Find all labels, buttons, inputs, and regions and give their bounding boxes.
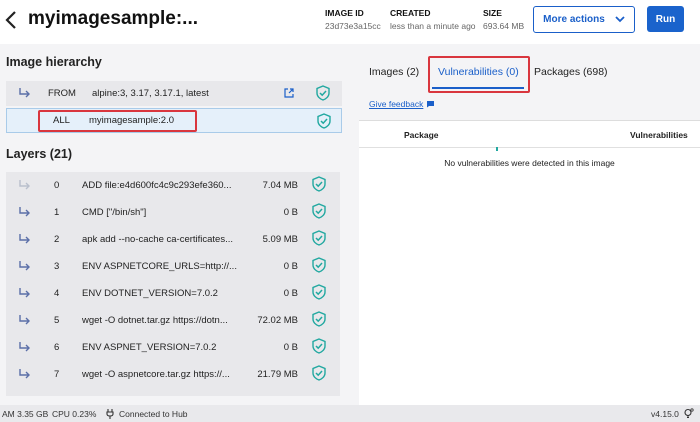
loading-indicator xyxy=(496,147,498,151)
subdirectory-arrow-icon xyxy=(19,234,30,244)
shield-check-icon xyxy=(317,113,331,129)
subdirectory-arrow-icon xyxy=(19,369,30,379)
vulnerabilities-table-header: Package Vulnerabilities xyxy=(359,121,700,151)
size-value: 693.64 MB xyxy=(483,21,525,31)
subdirectory-arrow-icon xyxy=(19,288,30,298)
subdirectory-arrow-icon xyxy=(19,207,30,217)
layer-row[interactable]: 2 apk add --no-cache ca-certificates... … xyxy=(6,226,340,253)
hierarchy-name: alpine:3, 3.17, 3.17.1, latest xyxy=(92,88,209,99)
shield-check-icon xyxy=(312,311,326,327)
shield-check-icon xyxy=(316,85,330,101)
layer-size: 0 B xyxy=(283,207,298,218)
layer-row[interactable]: 7 wget -O aspnetcore.tar.gz https://... … xyxy=(6,361,340,388)
subdirectory-arrow-icon xyxy=(19,180,30,190)
layer-command: wget -O aspnetcore.tar.gz https://... xyxy=(82,369,230,380)
status-bar: AM 3.35 GB CPU 0.23% Connected to Hub v4… xyxy=(0,405,700,422)
layer-command: ENV ASPNET_VERSION=7.0.2 xyxy=(82,342,217,353)
shield-check-icon xyxy=(312,176,326,192)
shield-check-icon xyxy=(312,284,326,300)
cpu-usage: CPU 0.23% xyxy=(52,409,97,419)
app-version: v4.15.0 xyxy=(651,409,679,419)
page-title: myimagesample:... xyxy=(28,8,199,29)
more-actions-button[interactable]: More actions xyxy=(533,6,635,33)
size-label: SIZE xyxy=(483,8,502,18)
layer-command: CMD ["/bin/sh"] xyxy=(82,207,147,218)
layer-command: ENV ASPNETCORE_URLS=http://... xyxy=(82,261,237,272)
column-header-package[interactable]: Package xyxy=(404,130,439,140)
shield-check-icon xyxy=(312,338,326,354)
empty-state-message: No vulnerabilities were detected in this… xyxy=(444,158,615,168)
layer-command: ENV DOTNET_VERSION=7.0.2 xyxy=(82,288,218,299)
chevron-down-icon xyxy=(615,16,625,23)
layer-index: 1 xyxy=(54,207,60,218)
vulnerabilities-panel: Package Vulnerabilities No vulnerabiliti… xyxy=(359,120,700,405)
layer-index: 4 xyxy=(54,288,60,299)
column-header-vulnerabilities[interactable]: Vulnerabilities xyxy=(630,130,688,140)
layer-row[interactable]: 6 ENV ASPNET_VERSION=7.0.2 0 B xyxy=(6,334,340,361)
give-feedback-label: Give feedback xyxy=(369,99,424,109)
highlight-box-tab xyxy=(428,56,530,93)
image-id-label: IMAGE ID xyxy=(325,8,364,18)
run-button[interactable]: Run xyxy=(647,6,684,32)
more-actions-label: More actions xyxy=(543,14,605,25)
layer-row[interactable]: 3 ENV ASPNETCORE_URLS=http://... 0 B xyxy=(6,253,340,280)
hierarchy-keyword: FROM xyxy=(48,88,76,99)
layer-size: 72.02 MB xyxy=(257,315,298,326)
shield-check-icon xyxy=(312,257,326,273)
layer-size: 0 B xyxy=(283,288,298,299)
hierarchy-row-from[interactable]: FROM alpine:3, 3.17, 3.17.1, latest xyxy=(6,81,342,106)
layer-row[interactable]: 1 CMD ["/bin/sh"] 0 B xyxy=(6,199,340,226)
layers-list: 0 ADD file:e4d600fc4c9c293efe360... 7.04… xyxy=(6,172,340,396)
layer-command: apk add --no-cache ca-certificates... xyxy=(82,234,234,245)
layer-index: 7 xyxy=(54,369,60,380)
image-hierarchy-title: Image hierarchy xyxy=(6,55,102,69)
tab-images[interactable]: Images (2) xyxy=(369,66,419,78)
image-id-value: 23d73e3a15cc xyxy=(325,21,381,31)
shield-check-icon xyxy=(312,203,326,219)
feedback-chat-icon xyxy=(427,101,435,108)
highlight-box-hierarchy xyxy=(38,110,197,132)
shield-check-icon xyxy=(312,230,326,246)
lightbulb-icon[interactable] xyxy=(683,408,694,419)
layer-index: 6 xyxy=(54,342,60,353)
created-value: less than a minute ago xyxy=(390,21,476,31)
layer-size: 7.04 MB xyxy=(262,180,298,191)
back-arrow-icon[interactable] xyxy=(4,8,18,32)
layer-command: ADD file:e4d600fc4c9c293efe360... xyxy=(82,180,232,191)
plug-icon xyxy=(106,409,114,419)
size-meta: SIZE 693.64 MB xyxy=(483,8,524,31)
layer-size: 21.79 MB xyxy=(257,369,298,380)
give-feedback-link[interactable]: Give feedback xyxy=(369,99,435,109)
layer-row[interactable]: 0 ADD file:e4d600fc4c9c293efe360... 7.04… xyxy=(6,172,340,199)
layer-command: wget -O dotnet.tar.gz https://dotn... xyxy=(82,315,228,326)
layer-index: 3 xyxy=(54,261,60,272)
layer-index: 2 xyxy=(54,234,60,245)
external-link-icon[interactable] xyxy=(284,88,294,98)
layers-title: Layers (21) xyxy=(6,147,73,161)
layer-row[interactable]: 5 wget -O dotnet.tar.gz https://dotn... … xyxy=(6,307,340,334)
subdirectory-arrow-icon xyxy=(19,315,30,325)
image-id-meta: IMAGE ID 23d73e3a15cc xyxy=(325,8,381,31)
layer-size: 0 B xyxy=(283,342,298,353)
subdirectory-arrow-icon xyxy=(19,342,30,352)
subdirectory-arrow-icon xyxy=(19,88,30,98)
tab-packages[interactable]: Packages (698) xyxy=(534,66,608,78)
subdirectory-arrow-icon xyxy=(19,261,30,271)
layer-index: 0 xyxy=(54,180,60,191)
layer-index: 5 xyxy=(54,315,60,326)
layer-size: 5.09 MB xyxy=(262,234,298,245)
layer-size: 0 B xyxy=(283,261,298,272)
hub-connection-status[interactable]: Connected to Hub xyxy=(119,409,188,419)
layer-row[interactable]: 4 ENV DOTNET_VERSION=7.0.2 0 B xyxy=(6,280,340,307)
header: myimagesample:... IMAGE ID 23d73e3a15cc … xyxy=(0,0,700,44)
created-meta: CREATED less than a minute ago xyxy=(390,8,476,31)
ram-usage: AM 3.35 GB xyxy=(2,409,49,419)
created-label: CREATED xyxy=(390,8,431,18)
shield-check-icon xyxy=(312,365,326,381)
